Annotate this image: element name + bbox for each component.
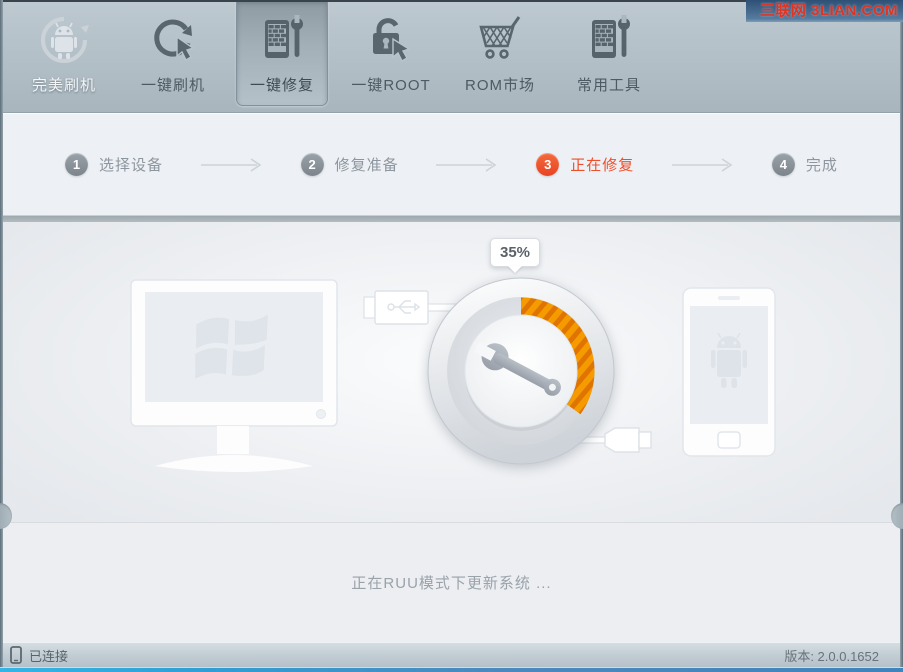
site-watermark: 三联网 3LIAN.COM [745,0,903,22]
android-logo-icon [38,14,90,66]
nav-item-common-tools[interactable]: 常用工具 [563,0,655,106]
nav-item-perfect-flash[interactable]: 完美刷机 [18,0,110,106]
nav-item-one-key-repair[interactable]: 一键修复 [236,0,328,106]
connection-status: 已连接 [10,646,68,665]
phone-illustration [682,287,776,457]
repair-progress-gauge [427,277,615,465]
one-key-root-icon [366,14,416,66]
window-border-left [0,0,3,667]
status-message: 正在RUU模式下更新系统 ... [351,575,552,592]
rom-market-cart-icon [474,14,526,66]
step-label: 完成 [805,157,838,174]
step-arrow-icon [672,157,733,172]
step-label: 正在修复 [570,157,635,174]
step-repair-prepare: 2 修复准备 [300,153,399,176]
repair-progress-panel: 35% [3,222,900,522]
step-number-badge: 3 [536,153,560,176]
nav-label: ROM市场 [465,77,535,94]
step-label: 选择设备 [99,157,164,174]
nav-label: 常用工具 [576,77,641,94]
computer-monitor-illustration [130,279,338,472]
section-divider-band [3,215,900,222]
status-message-area: 正在RUU模式下更新系统 ... [3,522,900,642]
version-text: 版本: 2.0.0.1652 [784,648,879,664]
one-key-flash-icon [148,14,198,66]
step-finish: 4 完成 [771,153,838,176]
common-tools-icon [584,14,634,66]
nav-label: 一键刷机 [140,77,205,94]
status-bar: 已连接 版本: 2.0.0.1652 [0,642,903,667]
window-border-bottom [0,667,903,672]
nav-label: 一键ROOT [351,77,431,94]
step-number-badge: 1 [65,153,88,176]
progress-percent-tooltip: 35% [490,238,540,267]
step-select-device: 1 选择设备 [65,153,163,176]
wizard-steps: 1 选择设备 2 修复准备 3 正在修复 4 完成 [3,113,900,215]
step-arrow-icon [436,157,497,172]
nav-item-one-key-flash[interactable]: 一键刷机 [127,0,219,106]
connection-status-text: 已连接 [29,648,69,664]
nav-item-one-key-root[interactable]: 一键ROOT [345,0,437,106]
step-number-badge: 2 [300,153,324,176]
nav-label: 完美刷机 [31,77,96,94]
nav-label: 一键修复 [249,77,314,94]
step-arrow-icon [200,157,262,172]
nav-item-rom-market[interactable]: ROM市场 [454,0,546,106]
step-repairing: 3 正在修复 [536,153,634,176]
app-window: 完美刷机 一键刷机 一键修复 一键ROOT ROM市场 常用工具 三联网 3LI… [0,0,903,672]
phone-connected-icon [10,646,22,664]
one-key-repair-icon [257,14,307,66]
step-label: 修复准备 [334,157,399,174]
step-number-badge: 4 [771,153,795,176]
